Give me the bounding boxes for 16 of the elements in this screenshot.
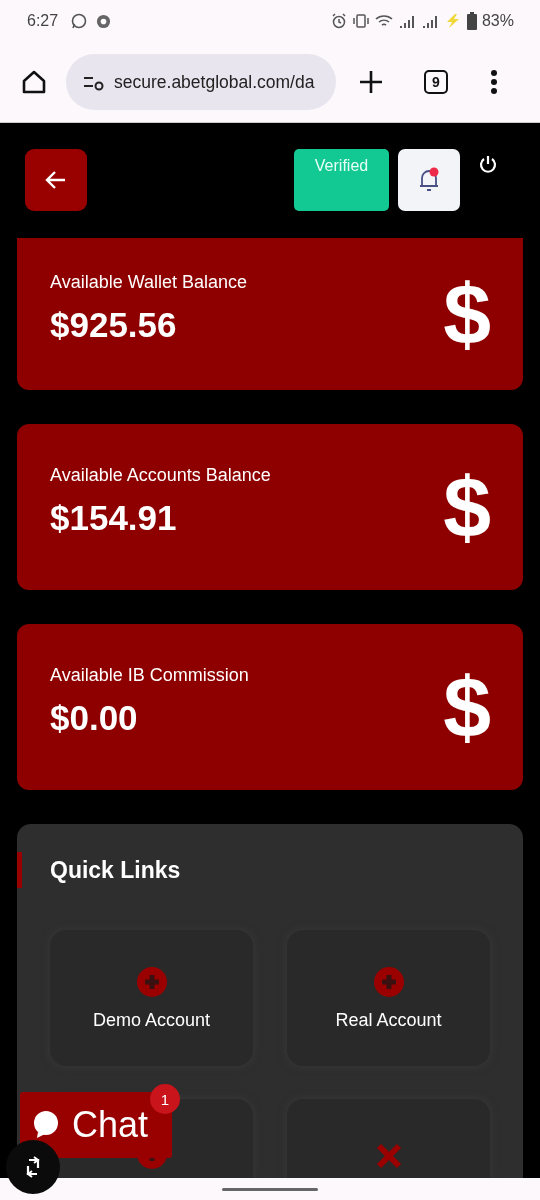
balance-label: Available IB Commission xyxy=(50,664,249,686)
verified-badge: Verified xyxy=(294,149,389,211)
dollar-sign: $ xyxy=(443,464,491,550)
dollar-sign: $ xyxy=(443,664,491,750)
tile-label: Real Account xyxy=(335,1009,442,1031)
balance-label: Available Accounts Balance xyxy=(50,464,271,486)
balance-amount: $0.00 xyxy=(50,697,139,738)
balance-label: Available Wallet Balance xyxy=(50,271,248,293)
balance-amount: $925.56 xyxy=(50,304,178,345)
tile-label: Demo Account xyxy=(92,1009,211,1031)
battery-percent: 83% xyxy=(481,12,514,30)
balance-amount: $154.91 xyxy=(50,497,178,538)
section-title: Quick Links xyxy=(50,856,181,884)
url-text: secure.abetglobal.com/da xyxy=(114,71,315,93)
dollar-sign: $ xyxy=(443,271,491,357)
status-time: 6:27 xyxy=(27,12,59,30)
